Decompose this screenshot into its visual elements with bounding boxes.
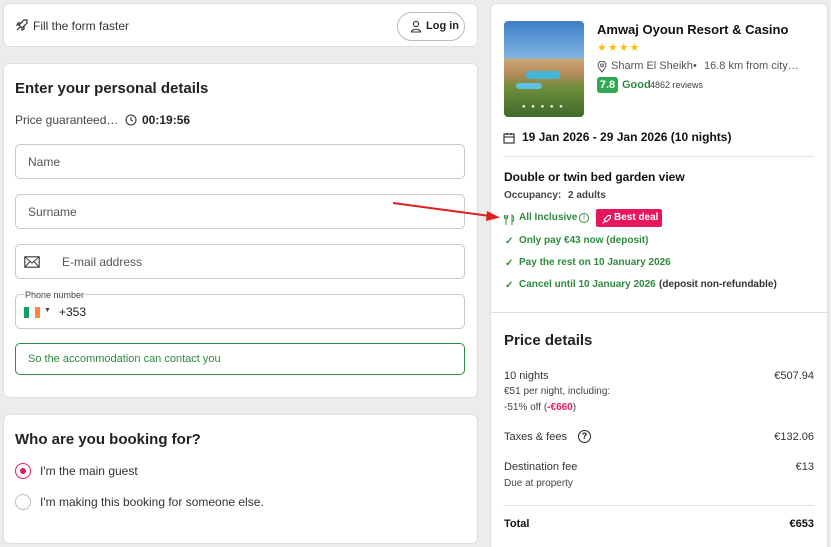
phone-country-code: +353 — [59, 305, 87, 319]
destination-fee-label: Destination fee — [504, 461, 578, 473]
review-count: 4862 reviews — [650, 80, 704, 90]
info-icon[interactable]: i — [579, 213, 589, 223]
discount-prefix: -51% off ( — [504, 402, 548, 413]
email-placeholder: E-mail address — [62, 255, 143, 269]
section-separator — [491, 312, 827, 313]
occupancy-value: 2 adults — [568, 190, 606, 201]
name-placeholder: Name — [28, 155, 61, 169]
hotel-stars: ★★★★ — [597, 42, 641, 54]
taxes-label: Taxes & fees — [504, 431, 567, 443]
check-icon: ✓ — [505, 236, 514, 247]
phone-field[interactable]: Phone number ▼ +353 — [15, 290, 465, 329]
nights-label: 10 nights — [504, 370, 549, 382]
contact-note-text: So the accommodation can contact you — [28, 353, 221, 365]
divider — [503, 156, 814, 157]
radio-main-guest-label[interactable]: I'm the main guest — [40, 464, 138, 478]
rating-word: Good — [622, 79, 651, 91]
contact-note-box: So the accommodation can contact you — [15, 343, 465, 375]
ireland-flag-icon[interactable] — [24, 307, 40, 318]
best-deal-badge: Best deal — [596, 209, 662, 227]
surname-placeholder: Surname — [28, 205, 77, 219]
total-label: Total — [504, 518, 530, 530]
best-deal-label: Best deal — [614, 212, 659, 223]
radio-someone-else[interactable] — [15, 494, 31, 510]
price-guaranteed-text: Price guaranteed… — [15, 113, 119, 127]
occupancy-label: Occupancy: — [504, 190, 562, 201]
booking-for-heading: Who are you booking for? — [15, 431, 201, 448]
check-icon: ✓ — [505, 258, 514, 269]
envelope-icon — [24, 256, 40, 271]
booking-for-card: Who are you booking for? I'm the main gu… — [3, 414, 478, 544]
due-at-property-note: Due at property — [504, 478, 573, 489]
name-field[interactable]: Name — [15, 144, 465, 179]
discount-value: -€660 — [547, 402, 573, 413]
autofill-card: Fill the form faster Log in — [3, 3, 478, 47]
rocket-icon — [15, 18, 29, 37]
phone-label: Phone number — [24, 290, 86, 300]
radio-main-guest[interactable] — [15, 463, 31, 479]
stay-dates: 19 Jan 2026 - 29 Jan 2026 (10 nights) — [522, 130, 732, 144]
taxes-value: €132.06 — [774, 431, 814, 443]
countdown-timer: 00:19:56 — [142, 113, 191, 127]
perk-deposit: Only pay €43 now (deposit) — [519, 235, 649, 246]
hotel-distance: 16.8 km from city… — [704, 60, 799, 72]
perk-cancel-note: (deposit non-refundable) — [659, 279, 777, 290]
discount-suffix: ) — [572, 402, 577, 413]
annotation-arrow — [392, 202, 500, 221]
discount-text: -51% off (-€660) — [504, 402, 576, 413]
caret-down-icon[interactable]: ▼ — [44, 307, 51, 314]
hotel-photo[interactable]: ● ● ● ● ● — [504, 21, 584, 117]
check-icon: ✓ — [505, 280, 514, 291]
rocket-icon — [601, 212, 612, 230]
clock-icon — [125, 113, 137, 131]
carousel-dots: ● ● ● ● ● — [522, 104, 565, 110]
total-value: €653 — [789, 518, 814, 530]
help-icon[interactable]: ? — [578, 430, 591, 443]
price-details-heading: Price details — [504, 332, 593, 349]
location-pin-icon — [597, 60, 607, 78]
calendar-icon — [503, 131, 515, 149]
autofill-text: Fill the form faster — [33, 19, 130, 33]
personal-details-heading: Enter your personal details — [15, 80, 209, 97]
login-button[interactable]: Log in — [397, 12, 465, 41]
user-icon — [410, 20, 422, 38]
login-label: Log in — [426, 20, 459, 32]
room-type: Double or twin bed garden view — [504, 170, 685, 184]
perk-cancel: Cancel until 10 January 2026 — [519, 279, 656, 290]
destination-fee-value: €13 — [795, 461, 814, 473]
hotel-name[interactable]: Amwaj Oyoun Resort & Casino — [597, 22, 788, 37]
email-field[interactable]: E-mail address — [15, 244, 465, 279]
divider — [503, 505, 814, 506]
per-night-text: €51 per night, including: — [504, 386, 611, 397]
hotel-location: Sharm El Sheikh — [611, 60, 693, 72]
nights-value: €507.94 — [774, 370, 814, 382]
radio-someone-else-label[interactable]: I'm making this booking for someone else… — [40, 495, 264, 509]
perk-pay-rest: Pay the rest on 10 January 2026 — [519, 257, 671, 268]
hotel-summary-card: ● ● ● ● ● Amwaj Oyoun Resort & Casino ★★… — [490, 3, 828, 547]
location-separator: • — [693, 60, 697, 72]
rating-badge: 7.8 — [597, 77, 618, 93]
board-type: All Inclusive — [519, 212, 578, 223]
personal-details-card: Enter your personal details Price guaran… — [3, 63, 478, 398]
